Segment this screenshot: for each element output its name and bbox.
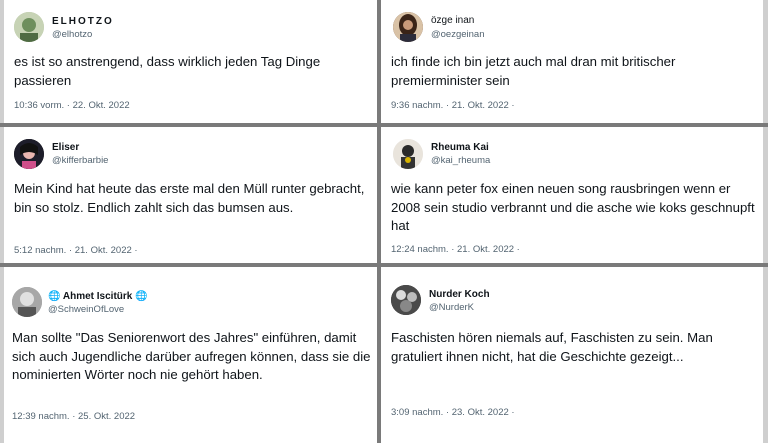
tweet-card[interactable]: özge inan @oezgeinan ich finde ich bin j… <box>381 0 763 123</box>
avatar[interactable] <box>14 12 44 42</box>
timestamp[interactable]: 9:36 nachm. · 21. Okt. 2022 · <box>391 100 515 111</box>
tweet-card[interactable]: Nurder Koch @NurderK Faschisten hören ni… <box>381 267 763 443</box>
timestamp[interactable]: 10:36 vorm. · 22. Okt. 2022 <box>14 100 130 111</box>
handle[interactable]: @kai_rheuma <box>431 155 490 166</box>
handle[interactable]: @kifferbarbie <box>52 155 108 166</box>
display-name[interactable]: Nurder Koch <box>429 289 490 300</box>
timestamp[interactable]: 12:24 nachm. · 21. Okt. 2022 · <box>391 244 520 255</box>
timestamp[interactable]: 5:12 nachm. · 21. Okt. 2022 · <box>14 245 138 256</box>
tweet-text: es ist so anstrengend, dass wirklich jed… <box>14 54 321 88</box>
avatar[interactable] <box>393 139 423 169</box>
handle[interactable]: @SchweinOfLove <box>48 304 124 315</box>
vertical-divider <box>377 0 381 443</box>
right-border <box>763 0 768 443</box>
display-name[interactable]: Ahmet Iscitürk <box>63 291 132 302</box>
tweet-card[interactable]: Rheuma Kai @kai_rheuma wie kann peter fo… <box>381 127 763 263</box>
avatar[interactable] <box>391 285 421 315</box>
horizontal-divider <box>0 123 768 127</box>
globe-icon: 🌐 <box>135 291 148 302</box>
handle[interactable]: @NurderK <box>429 302 474 313</box>
display-name[interactable]: Rheuma Kai <box>431 142 489 153</box>
tweet-card[interactable]: ELHOTZO @elhotzo es ist so anstrengend, … <box>4 0 377 123</box>
timestamp[interactable]: 3:09 nachm. · 23. Okt. 2022 · <box>391 407 515 418</box>
tweet-text: Man sollte "Das Seniorenwort des Jahres"… <box>12 330 371 382</box>
tweet-text: ich finde ich bin jetzt auch mal dran mi… <box>391 54 676 88</box>
tweet-card[interactable]: 🌐 Ahmet Iscitürk 🌐 @SchweinOfLove Man so… <box>4 267 377 443</box>
tweet-text: wie kann peter fox einen neuen song raus… <box>391 181 755 233</box>
tweet-text: Mein Kind hat heute das erste mal den Mü… <box>14 181 365 215</box>
avatar[interactable] <box>12 287 42 317</box>
horizontal-divider <box>0 263 768 267</box>
tweet-card[interactable]: Eliser @kifferbarbie Mein Kind hat heute… <box>4 127 377 263</box>
avatar[interactable] <box>393 12 423 42</box>
avatar[interactable] <box>14 139 44 169</box>
display-name[interactable]: ELHOTZO <box>52 16 114 27</box>
display-name-row: 🌐 Ahmet Iscitürk 🌐 <box>48 291 148 302</box>
globe-icon: 🌐 <box>48 291 61 302</box>
tweet-collage: ELHOTZO @elhotzo es ist so anstrengend, … <box>0 0 768 443</box>
tweet-text: Faschisten hören niemals auf, Faschisten… <box>391 330 713 364</box>
handle[interactable]: @oezgeinan <box>431 29 485 40</box>
display-name[interactable]: Eliser <box>52 142 79 153</box>
timestamp[interactable]: 12:39 nachm. · 25. Okt. 2022 <box>12 411 135 422</box>
handle[interactable]: @elhotzo <box>52 29 92 40</box>
display-name[interactable]: özge inan <box>431 15 474 26</box>
